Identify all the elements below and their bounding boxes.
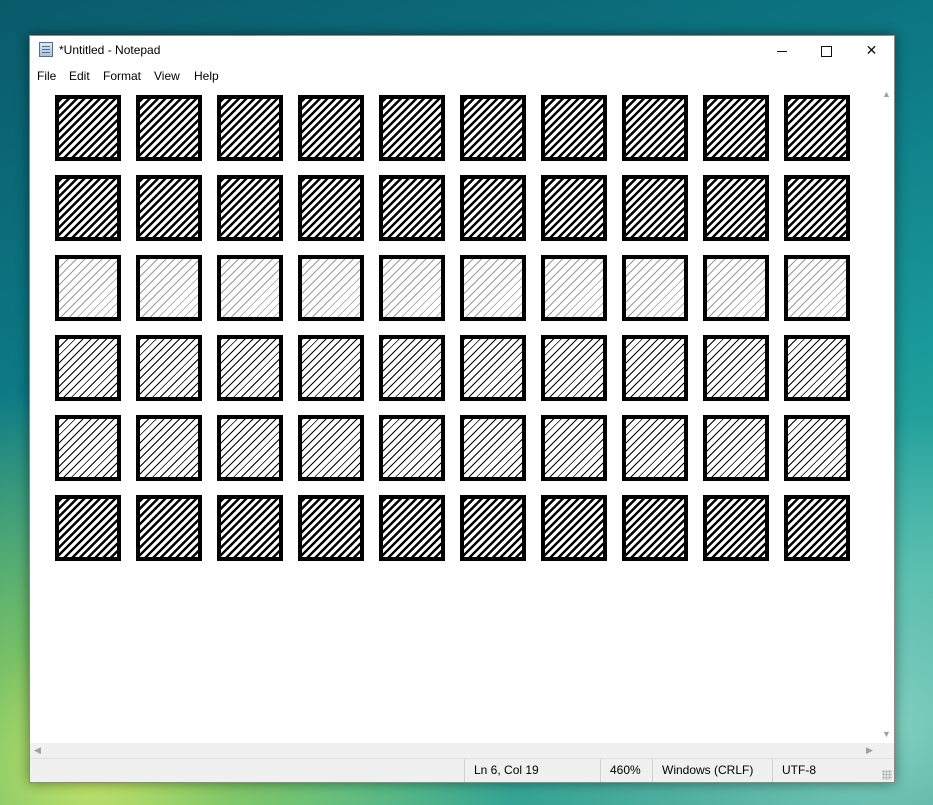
hatched-square-glyph <box>622 95 688 161</box>
menu-view[interactable]: View <box>154 68 180 84</box>
hatched-square-glyph <box>541 495 607 561</box>
hatched-square-glyph <box>136 415 202 481</box>
menu-format[interactable]: Format <box>103 68 141 84</box>
hatched-square-glyph <box>784 175 850 241</box>
hatched-square-glyph <box>379 175 445 241</box>
hatched-square-glyph <box>622 415 688 481</box>
hatched-square-glyph <box>136 95 202 161</box>
hatched-square-glyph <box>703 175 769 241</box>
hatched-square-glyph <box>460 175 526 241</box>
hatched-square-glyph <box>703 415 769 481</box>
hatched-square-glyph <box>622 335 688 401</box>
hatched-square-glyph <box>379 415 445 481</box>
hatched-square-glyph <box>298 95 364 161</box>
close-icon: ✕ <box>865 42 878 58</box>
notepad-icon <box>39 42 53 57</box>
hatched-square-glyph <box>217 495 283 561</box>
hatched-square-glyph <box>784 495 850 561</box>
minimize-icon <box>776 50 787 52</box>
scroll-right-icon[interactable]: ▶ <box>862 745 877 756</box>
line-ending: Windows (CRLF) <box>652 759 772 782</box>
encoding: UTF-8 <box>772 759 880 782</box>
hatched-square-glyph <box>298 495 364 561</box>
hatched-square-glyph <box>541 95 607 161</box>
hatched-square-glyph <box>460 495 526 561</box>
hatched-square-glyph <box>217 335 283 401</box>
hatched-square-glyph <box>460 255 526 321</box>
hatched-square-glyph <box>541 415 607 481</box>
hatched-square-glyph <box>217 255 283 321</box>
hatched-square-glyph <box>784 335 850 401</box>
resize-grip-icon[interactable] <box>882 770 892 780</box>
hatched-square-glyph <box>217 415 283 481</box>
maximize-button[interactable] <box>804 36 849 64</box>
hatched-square-glyph <box>622 255 688 321</box>
hatched-square-glyph <box>55 415 121 481</box>
hatched-square-glyph <box>541 335 607 401</box>
cursor-position: Ln 6, Col 19 <box>464 759 600 782</box>
hatched-square-glyph <box>703 495 769 561</box>
window-title: *Untitled - Notepad <box>59 43 161 57</box>
hatched-square-glyph <box>622 175 688 241</box>
hatched-square-glyph <box>217 175 283 241</box>
close-button[interactable]: ✕ <box>849 36 894 64</box>
scroll-up-icon[interactable]: ▲ <box>879 89 894 99</box>
hatched-square-glyph <box>460 95 526 161</box>
hatched-square-glyph <box>217 95 283 161</box>
scroll-left-icon[interactable]: ◀ <box>30 745 45 756</box>
minimize-button[interactable] <box>759 36 804 64</box>
menu-bar: File Edit Format View Help <box>30 67 894 85</box>
zoom-level: 460% <box>600 759 652 782</box>
text-editor[interactable] <box>30 87 879 743</box>
hatched-square-glyph <box>136 335 202 401</box>
hatched-square-glyph <box>55 175 121 241</box>
hatched-square-glyph <box>379 495 445 561</box>
hatched-square-glyph <box>55 495 121 561</box>
hatched-square-glyph <box>55 255 121 321</box>
hatched-square-glyph <box>298 255 364 321</box>
hatched-square-glyph <box>784 415 850 481</box>
hatched-square-glyph <box>298 335 364 401</box>
vertical-scrollbar[interactable]: ▲ ▼ <box>879 87 894 743</box>
hatched-square-glyph <box>541 255 607 321</box>
hatched-square-glyph <box>136 255 202 321</box>
hatched-square-glyph <box>379 95 445 161</box>
hatched-square-glyph <box>298 175 364 241</box>
hatched-square-glyph <box>541 175 607 241</box>
status-bar: Ln 6, Col 19 460% Windows (CRLF) UTF-8 <box>30 758 894 782</box>
hatched-square-glyph <box>703 335 769 401</box>
hatched-square-glyph <box>784 95 850 161</box>
hatched-square-glyph <box>55 95 121 161</box>
hatched-square-glyph <box>136 495 202 561</box>
hatched-square-glyph <box>298 415 364 481</box>
hatched-square-glyph <box>622 495 688 561</box>
horizontal-scrollbar[interactable]: ◀ ▶ <box>30 743 879 758</box>
menu-edit[interactable]: Edit <box>69 68 90 84</box>
hatched-square-glyph <box>55 335 121 401</box>
maximize-icon <box>821 45 832 57</box>
hatched-square-glyph <box>703 95 769 161</box>
hatched-square-glyph <box>136 175 202 241</box>
hatched-square-glyph <box>460 335 526 401</box>
scrollbar-corner <box>879 743 894 758</box>
menu-help[interactable]: Help <box>194 68 219 84</box>
hatched-square-glyph <box>379 255 445 321</box>
scroll-down-icon[interactable]: ▼ <box>879 729 894 739</box>
hatched-square-glyph <box>703 255 769 321</box>
title-bar[interactable]: *Untitled - Notepad ✕ <box>30 36 894 64</box>
hatched-square-glyph <box>460 415 526 481</box>
hatched-square-glyph <box>784 255 850 321</box>
hatched-square-glyph <box>379 335 445 401</box>
notepad-window: *Untitled - Notepad ✕ File Edit Format V… <box>29 35 895 783</box>
menu-file[interactable]: File <box>37 68 56 84</box>
